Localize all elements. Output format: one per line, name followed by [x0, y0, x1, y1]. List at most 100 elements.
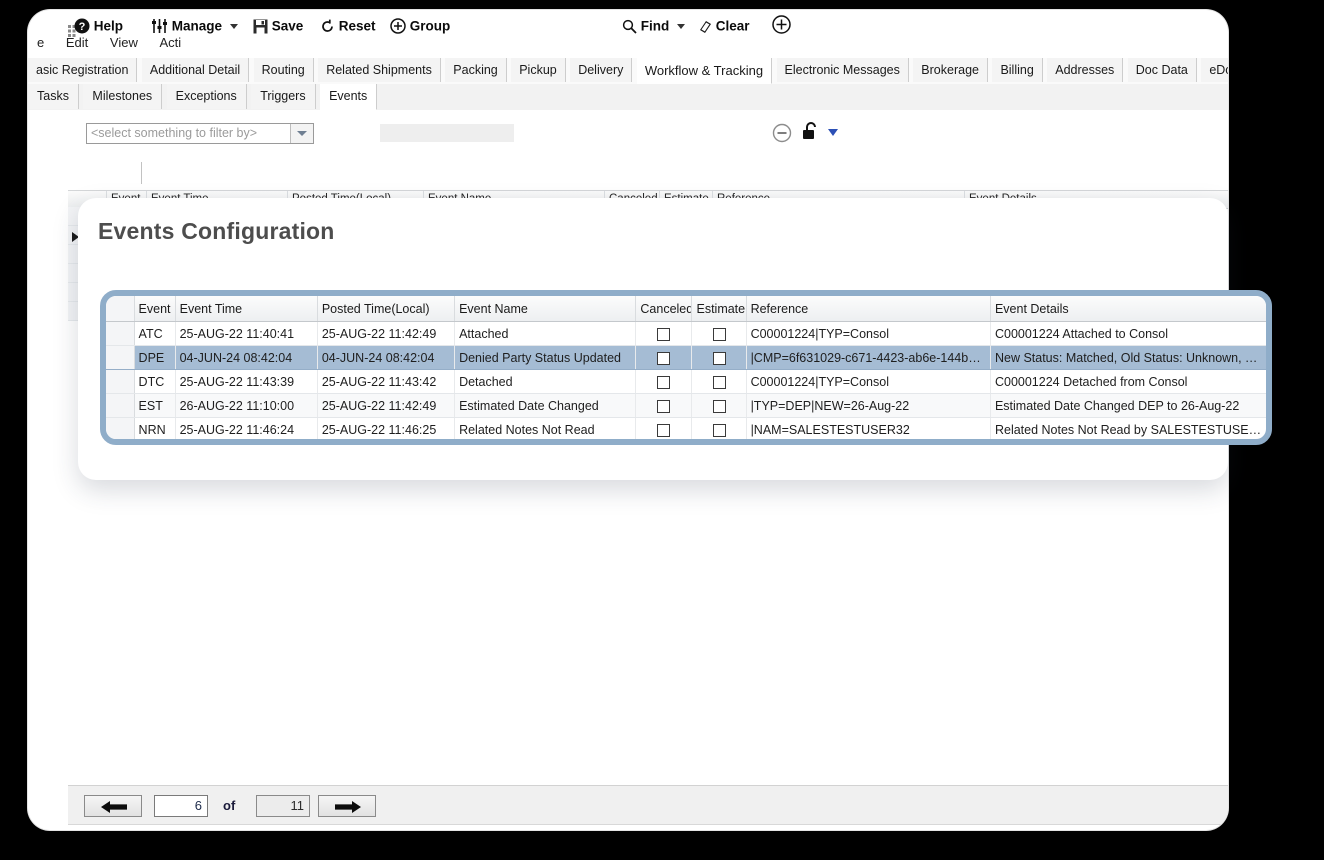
cell-canceled: [636, 442, 692, 446]
help-icon: ?: [74, 18, 90, 34]
row-gutter: [106, 346, 134, 370]
canceled-checkbox[interactable]: [657, 352, 670, 365]
page-title: Events Configuration: [98, 218, 335, 245]
tab-edocs[interactable]: eDocs: [1201, 58, 1228, 82]
tab-milestones[interactable]: Milestones: [83, 84, 162, 109]
row-gutter: [106, 370, 134, 394]
col-estimate[interactable]: Estimate: [692, 296, 746, 322]
find-dropdown-caret-icon[interactable]: [677, 24, 685, 29]
estimate-checkbox[interactable]: [713, 328, 726, 341]
tab-brokerage[interactable]: Brokerage: [913, 58, 988, 82]
canceled-checkbox[interactable]: [657, 376, 670, 389]
filter-select[interactable]: <select something to filter by>: [86, 123, 314, 144]
table-row[interactable]: ATC 25-AUG-22 11:40:41 25-AUG-22 11:42:4…: [106, 322, 1266, 346]
cell-estimate: [692, 346, 746, 370]
table-row[interactable]: NRN 25-AUG-22 11:46:24 25-AUG-22 11:46:2…: [106, 418, 1266, 442]
col-posted-time[interactable]: Posted Time(Local): [317, 296, 454, 322]
col-event-time[interactable]: Event Time: [175, 296, 317, 322]
table-row[interactable]: WTA 25-AUG-22 11:42:49 25-AUG-22 11:42:4…: [106, 442, 1266, 446]
arrow-right-icon: [335, 800, 361, 814]
pagination-bar: 6 of 11: [68, 786, 1228, 825]
cell-reference: |TYP=DEP|NEW=26-Aug-22: [746, 394, 990, 418]
minus-circle-icon[interactable]: [772, 123, 792, 143]
estimate-checkbox[interactable]: [713, 352, 726, 365]
events-grid-header-row: Event Event Time Posted Time(Local) Even…: [106, 296, 1266, 322]
svg-text:?: ?: [79, 21, 86, 33]
estimate-checkbox[interactable]: [713, 376, 726, 389]
cell-canceled: [636, 418, 692, 442]
tab-pickup[interactable]: Pickup: [511, 58, 566, 82]
tab-triggers[interactable]: Triggers: [251, 84, 315, 109]
save-button[interactable]: Save: [253, 10, 303, 42]
cell-event-name: Related Notes Not Read: [455, 418, 636, 442]
estimate-checkbox[interactable]: [713, 424, 726, 437]
reset-label: Reset: [339, 18, 376, 33]
col-event[interactable]: Event: [134, 296, 175, 322]
unlock-icon[interactable]: [802, 122, 820, 142]
tab-basic-registration[interactable]: asic Registration: [28, 58, 137, 82]
help-button[interactable]: ? Help: [74, 10, 123, 42]
cell-event-details: Workflow Template Applied: [990, 442, 1266, 446]
tab-additional-detail[interactable]: Additional Detail: [142, 58, 249, 82]
current-page-input[interactable]: 6: [154, 795, 208, 817]
tab-billing[interactable]: Billing: [992, 58, 1042, 82]
tab-addresses[interactable]: Addresses: [1047, 58, 1123, 82]
canceled-checkbox[interactable]: [657, 400, 670, 413]
tab-packing[interactable]: Packing: [445, 58, 506, 82]
primary-tab-strip: asic Registration Additional Detail Rout…: [28, 58, 1228, 85]
cell-event: DTC: [134, 370, 175, 394]
add-row-button[interactable]: [772, 10, 791, 42]
cell-event-time: 04-JUN-24 08:42:04: [175, 346, 317, 370]
tab-workflow-and-tracking[interactable]: Workflow & Tracking: [637, 58, 772, 84]
cell-estimate: [692, 322, 746, 346]
plus-circle-large-icon: [772, 15, 791, 34]
row-gutter: [106, 442, 134, 446]
menu-item-file[interactable]: e: [28, 32, 53, 54]
tab-tasks[interactable]: Tasks: [28, 84, 79, 109]
toolbar-divider: [141, 162, 142, 184]
events-configuration-modal: Events Configuration Even: [78, 198, 1228, 480]
tab-exceptions[interactable]: Exceptions: [167, 84, 247, 109]
cell-reference: |CMP=6f631029-c671-4423-ab6e-144b…: [746, 346, 990, 370]
canceled-checkbox[interactable]: [657, 328, 670, 341]
find-button[interactable]: Find: [622, 10, 689, 42]
clear-button[interactable]: Clear: [696, 10, 750, 42]
col-event-name[interactable]: Event Name: [455, 296, 636, 322]
tab-routing[interactable]: Routing: [254, 58, 314, 82]
canceled-checkbox[interactable]: [657, 424, 670, 437]
filter-value-field[interactable]: [380, 124, 514, 142]
cell-event-details: New Status: Matched, Old Status: Unknown…: [990, 346, 1266, 370]
command-toolbar: [28, 158, 1228, 190]
manage-button[interactable]: Manage: [151, 10, 242, 42]
col-canceled[interactable]: Canceled: [636, 296, 692, 322]
row-gutter: [106, 418, 134, 442]
eraser-icon: [696, 19, 712, 34]
table-row[interactable]: DTC 25-AUG-22 11:43:39 25-AUG-22 11:43:4…: [106, 370, 1266, 394]
cell-event-time: 25-AUG-22 11:43:39: [175, 370, 317, 394]
cell-estimate: [692, 370, 746, 394]
total-pages-field: 11: [256, 795, 310, 817]
events-grid-highlight: Event Event Time Posted Time(Local) Even…: [100, 290, 1272, 445]
col-reference[interactable]: Reference: [746, 296, 990, 322]
previous-page-button[interactable]: [84, 795, 142, 817]
estimate-checkbox[interactable]: [713, 400, 726, 413]
tab-delivery[interactable]: Delivery: [570, 58, 632, 82]
reset-button[interactable]: Reset: [320, 10, 376, 42]
chevron-down-icon[interactable]: [290, 124, 313, 143]
tab-events[interactable]: Events: [320, 84, 377, 110]
cell-event: EST: [134, 394, 175, 418]
next-page-button[interactable]: [318, 795, 376, 817]
tab-related-shipments[interactable]: Related Shipments: [318, 58, 441, 82]
col-event-details[interactable]: Event Details: [990, 296, 1266, 322]
cell-event-time: 25-AUG-22 11:40:41: [175, 322, 317, 346]
lock-dropdown-caret-icon[interactable]: [828, 129, 838, 136]
group-button[interactable]: Group: [390, 10, 450, 42]
plus-circle-icon: [390, 18, 406, 34]
tab-doc-data[interactable]: Doc Data: [1128, 58, 1197, 82]
cell-reference: |NAM=SALESTESTUSER32: [746, 418, 990, 442]
manage-dropdown-caret-icon[interactable]: [230, 24, 238, 29]
tab-electronic-messages[interactable]: Electronic Messages: [777, 58, 909, 82]
cell-event-name: Attached: [455, 322, 636, 346]
table-row[interactable]: DPE 04-JUN-24 08:42:04 04-JUN-24 08:42:0…: [106, 346, 1266, 370]
table-row[interactable]: EST 26-AUG-22 11:10:00 25-AUG-22 11:42:4…: [106, 394, 1266, 418]
